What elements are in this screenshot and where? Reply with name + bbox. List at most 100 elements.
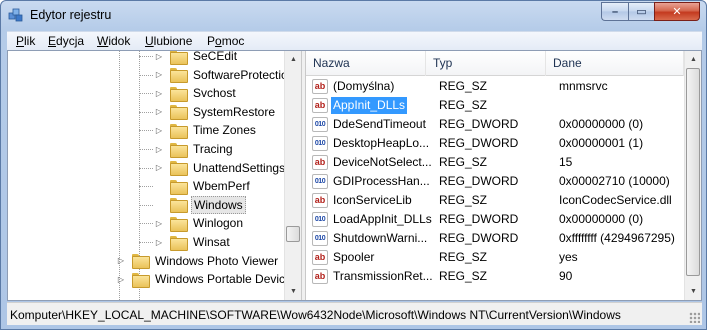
- string-value-icon: ab: [312, 250, 328, 265]
- value-row[interactable]: ab Spooler REG_SZ yes: [306, 248, 684, 267]
- list-scroll-down-icon[interactable]: ▼: [685, 283, 701, 300]
- expand-arrow-icon[interactable]: ▷: [154, 88, 164, 98]
- menu-edit[interactable]: Edycja: [48, 34, 84, 48]
- list-scroll-thumb[interactable]: [686, 68, 700, 276]
- minimize-button[interactable]: –: [601, 2, 628, 21]
- column-header-type[interactable]: Typ: [426, 51, 546, 76]
- tree-scroll-up-icon[interactable]: ▲: [285, 51, 301, 68]
- tree-item[interactable]: ▷ Windows Portable Device: [116, 270, 294, 288]
- string-value-icon: ab: [312, 155, 328, 170]
- tree-item[interactable]: ▷ SeCEdit: [154, 51, 239, 65]
- value-name: (Domyślna): [333, 79, 395, 93]
- tree-item-label: Windows Portable Device: [155, 272, 292, 287]
- tree-connector: [139, 167, 153, 169]
- tree-item[interactable]: Windows: [154, 195, 246, 214]
- tree-item[interactable]: ▷ Time Zones: [154, 121, 258, 139]
- list-header: Nazwa Typ Dane: [306, 51, 684, 76]
- menu-view[interactable]: Widok: [97, 34, 130, 48]
- tree-scroll-down-icon[interactable]: ▼: [285, 283, 301, 300]
- string-value-icon: ab: [312, 193, 328, 208]
- tree-item-label: Windows Photo Viewer: [155, 253, 279, 268]
- tree-item[interactable]: ▷ Winsat: [154, 233, 232, 251]
- value-type: REG_DWORD: [439, 212, 519, 226]
- menu-favorites[interactable]: Ulubione: [145, 34, 192, 48]
- column-header-data[interactable]: Dane: [546, 51, 684, 76]
- menu-bar: Plik Edycja Widok Ulubione Pomoc: [7, 31, 702, 50]
- value-row[interactable]: 010 ShutdownWarni... REG_DWORD 0xffffffff (…: [306, 229, 684, 248]
- no-expander: [154, 181, 164, 191]
- value-data: 15: [559, 155, 573, 169]
- tree-item[interactable]: ▷ UnattendSettings: [154, 159, 287, 177]
- value-row[interactable]: 010 DesktopHeapLo... REG_DWORD 0x00000001 (…: [306, 134, 684, 153]
- tree-vertical-scrollbar[interactable]: ▲ ▼: [284, 51, 301, 300]
- value-name: LoadAppInit_DLLs: [333, 212, 432, 226]
- value-data: 0xffffffff (4294967295): [559, 231, 675, 245]
- expand-arrow-icon[interactable]: ▷: [116, 274, 126, 284]
- expand-arrow-icon[interactable]: ▷: [154, 218, 164, 228]
- regedit-app-icon: [8, 8, 23, 22]
- value-type: REG_DWORD: [439, 136, 519, 150]
- menu-file[interactable]: Plik: [16, 34, 35, 48]
- title-bar[interactable]: Edytor rejestru – ▭ ✕: [1, 1, 706, 31]
- status-path: Komputer\HKEY_LOCAL_MACHINE\SOFTWARE\Wow…: [10, 308, 621, 322]
- value-type: REG_SZ: [439, 250, 488, 264]
- tree-connector: [139, 130, 153, 132]
- expand-arrow-icon[interactable]: ▷: [154, 51, 164, 61]
- close-button[interactable]: ✕: [654, 2, 700, 21]
- menu-help[interactable]: Pomoc: [207, 34, 244, 48]
- maximize-button[interactable]: ▭: [628, 2, 654, 21]
- expand-arrow-icon[interactable]: ▷: [154, 163, 164, 173]
- tree-item-label: Time Zones: [193, 123, 256, 138]
- resize-grip-icon[interactable]: [689, 312, 700, 323]
- tree-connector: [139, 93, 153, 95]
- window-title: Edytor rejestru: [30, 8, 112, 22]
- value-type: REG_DWORD: [439, 174, 519, 188]
- list-vertical-scrollbar[interactable]: ▲ ▼: [684, 51, 701, 300]
- tree-item[interactable]: ▷ SoftwareProtectio: [154, 66, 290, 84]
- value-data: mnmsrvc: [559, 79, 608, 93]
- list-scroll-up-icon[interactable]: ▲: [685, 51, 701, 68]
- tree-item[interactable]: WbemPerf: [154, 177, 252, 195]
- tree-item-label: WbemPerf: [193, 179, 250, 194]
- expand-arrow-icon[interactable]: ▷: [154, 237, 164, 247]
- tree-item[interactable]: ▷ Svchost: [154, 84, 238, 102]
- tree-item[interactable]: ▷ SystemRestore: [154, 103, 277, 121]
- value-data: IconCodecService.dll: [559, 193, 672, 207]
- no-expander: [154, 200, 164, 210]
- string-value-icon: ab: [312, 79, 328, 94]
- tree-connector: [139, 242, 153, 243]
- tree-item[interactable]: ▷ Tracing: [154, 140, 235, 158]
- value-row[interactable]: ab DeviceNotSelect... REG_SZ 15: [306, 153, 684, 172]
- value-type: REG_DWORD: [439, 117, 519, 131]
- value-name: GDIProcessHan...: [333, 174, 430, 188]
- folder-icon: [170, 123, 188, 139]
- expand-arrow-icon[interactable]: ▷: [154, 107, 164, 117]
- tree-scroll-thumb[interactable]: [286, 226, 300, 242]
- value-row[interactable]: 010 LoadAppInit_DLLs REG_DWORD 0x00000000 (…: [306, 210, 684, 229]
- folder-icon: [170, 105, 188, 121]
- tree-item[interactable]: ▷ Windows Photo Viewer: [116, 252, 280, 270]
- expand-arrow-icon[interactable]: ▷: [154, 144, 164, 154]
- string-value-icon: ab: [312, 98, 328, 113]
- value-row[interactable]: ab IconServiceLib REG_SZ IconCodecService.d…: [306, 191, 684, 210]
- expand-arrow-icon[interactable]: ▷: [154, 125, 164, 135]
- value-row[interactable]: 010 GDIProcessHan... REG_DWORD 0x00002710 (…: [306, 172, 684, 191]
- tree-item-label: Svchost: [193, 86, 236, 101]
- value-row[interactable]: ab AppInit_DLLs REG_SZ: [306, 96, 684, 115]
- folder-icon: [170, 86, 188, 102]
- folder-icon: [170, 179, 188, 195]
- tree-item-label: SoftwareProtectio: [193, 67, 288, 82]
- value-row[interactable]: ab TransmissionRet... REG_SZ 90: [306, 267, 684, 286]
- tree-item[interactable]: ▷ Winlogon: [154, 214, 245, 232]
- column-header-name[interactable]: Nazwa: [306, 51, 426, 76]
- value-data: 90: [559, 269, 573, 283]
- value-row[interactable]: 010 DdeSendTimeout REG_DWORD 0x00000000 (0): [306, 115, 684, 134]
- expand-arrow-icon[interactable]: ▷: [116, 256, 126, 266]
- values-list: Nazwa Typ Dane ab (Domyślna) REG_SZ mnmsrvc…: [306, 51, 701, 300]
- value-row[interactable]: ab (Domyślna) REG_SZ mnmsrvc: [306, 77, 684, 96]
- value-type: REG_DWORD: [439, 231, 519, 245]
- tree-item-label: Windows: [191, 195, 246, 214]
- main-content: ▷ SeCEdit ▷ SoftwareProtectio ▷ Svchost ▷ Syste…: [7, 50, 702, 301]
- dword-value-icon: 010: [312, 174, 328, 189]
- expand-arrow-icon[interactable]: ▷: [154, 70, 164, 80]
